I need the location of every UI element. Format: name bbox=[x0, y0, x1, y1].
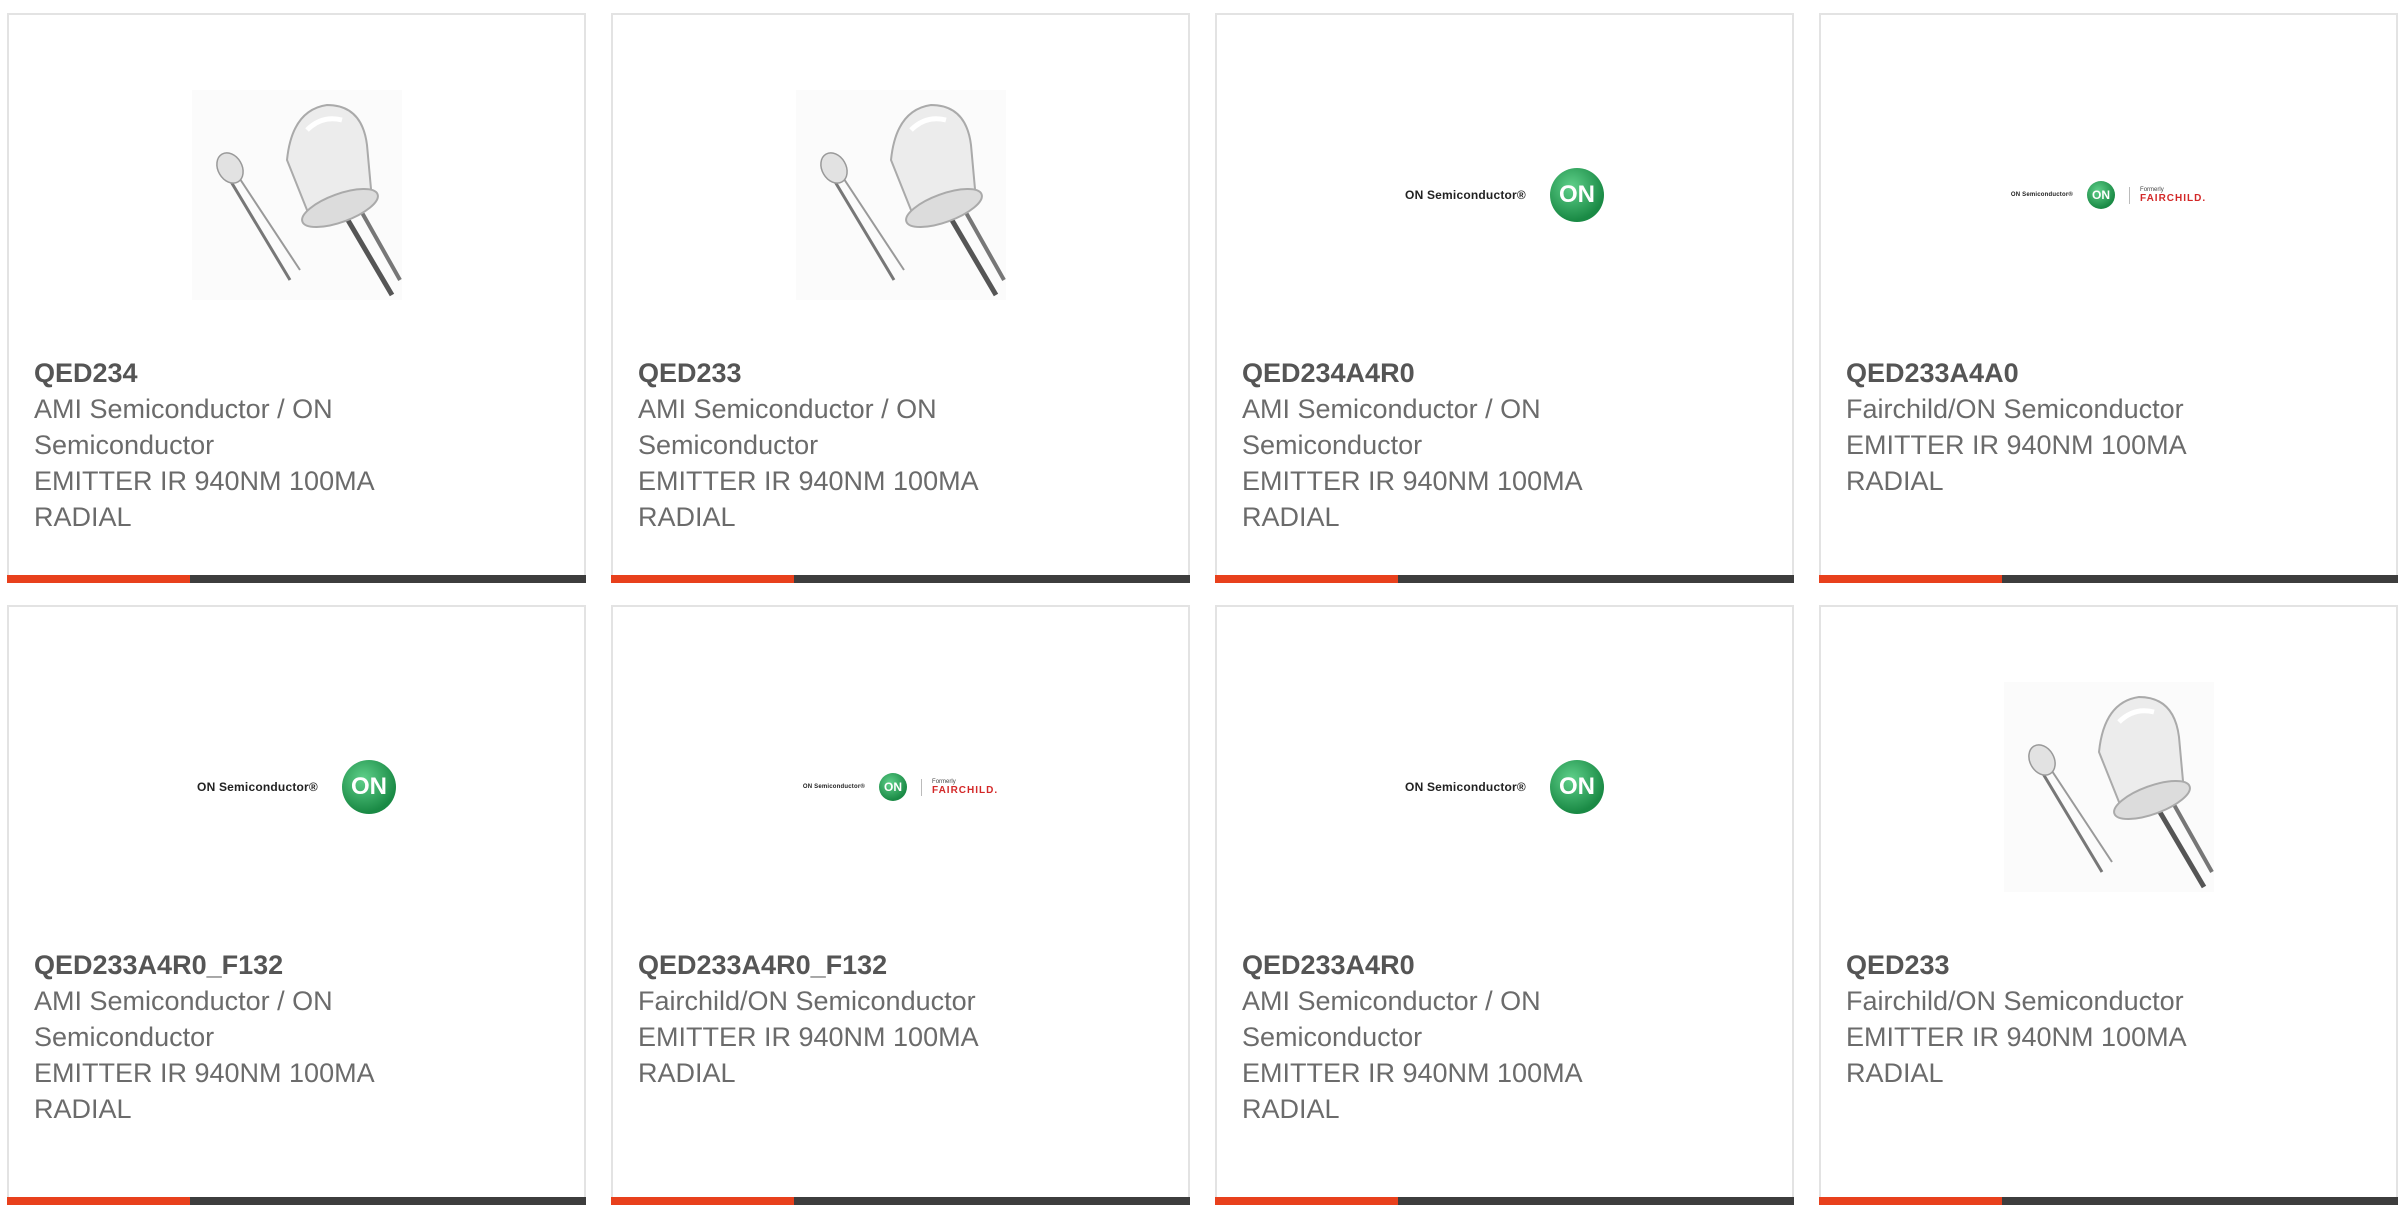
product-description: EMITTER IR 940NM 100MA RADIAL bbox=[34, 1058, 374, 1124]
product-description: EMITTER IR 940NM 100MA RADIAL bbox=[1242, 466, 1582, 532]
product-description: EMITTER IR 940NM 100MA RADIAL bbox=[1242, 1058, 1582, 1124]
card-accent-bar bbox=[611, 575, 1190, 583]
card-accent-bar bbox=[7, 1197, 586, 1205]
fairchild-logo: Formerly FAIRCHILD. bbox=[2129, 186, 2207, 204]
logo-text: ON Semiconductor® bbox=[802, 784, 866, 790]
logo-text: ON Semiconductor® bbox=[197, 780, 318, 794]
product-grid: QED234 AMI Semiconductor / ON Semiconduct… bbox=[7, 13, 2400, 1205]
part-number[interactable]: QED233A4R0 bbox=[1242, 947, 1642, 983]
card-accent-highlight bbox=[1819, 575, 2002, 583]
on-fairchild-logo: ON Semiconductor® ON Formerly FAIRCHILD. bbox=[2011, 181, 2206, 209]
card-accent-highlight bbox=[7, 1197, 190, 1205]
manufacturer: AMI Semiconductor / ON Semiconductor bbox=[34, 394, 333, 460]
product-description: EMITTER IR 940NM 100MA RADIAL bbox=[34, 466, 374, 532]
product-image[interactable]: ON Semiconductor® ON bbox=[1217, 677, 1792, 897]
product-card[interactable]: ON Semiconductor® ON QED233A4R0_F132 AMI Se… bbox=[7, 605, 586, 1205]
product-description: EMITTER IR 940NM 100MA RADIAL bbox=[638, 1022, 978, 1088]
manufacturer: Fairchild/ON Semiconductor bbox=[1846, 394, 2184, 424]
card-accent-bar bbox=[611, 1197, 1190, 1205]
product-info: QED234 AMI Semiconductor / ON Semiconduct… bbox=[34, 355, 434, 535]
part-number[interactable]: QED234A4R0 bbox=[1242, 355, 1642, 391]
on-semiconductor-logo: ON Semiconductor® ON bbox=[1405, 760, 1604, 814]
product-description: EMITTER IR 940NM 100MA RADIAL bbox=[638, 466, 978, 532]
product-card[interactable]: QED234 AMI Semiconductor / ON Semiconduct… bbox=[7, 13, 586, 583]
logo-text: ON Semiconductor® bbox=[1405, 780, 1526, 794]
part-number[interactable]: QED233 bbox=[1846, 947, 2246, 983]
product-card[interactable]: ON Semiconductor® ON QED234A4R0 AMI Semicon… bbox=[1215, 13, 1794, 583]
card-accent-highlight bbox=[611, 1197, 794, 1205]
manufacturer: AMI Semiconductor / ON Semiconductor bbox=[638, 394, 937, 460]
fairchild-logo: Formerly FAIRCHILD. bbox=[921, 778, 999, 796]
fairchild-name: FAIRCHILD. bbox=[932, 784, 999, 796]
product-info: QED233A4R0 AMI Semiconductor / ON Semicon… bbox=[1242, 947, 1642, 1127]
logo-text: ON Semiconductor® bbox=[1405, 188, 1526, 202]
on-fairchild-logo: ON Semiconductor® ON Formerly FAIRCHILD. bbox=[803, 773, 998, 801]
product-description: EMITTER IR 940NM 100MA RADIAL bbox=[1846, 430, 2186, 496]
on-mark-icon: ON bbox=[879, 773, 908, 801]
product-card[interactable]: QED233 Fairchild/ON Semiconductor EMITTER … bbox=[1819, 605, 2398, 1205]
product-card[interactable]: QED233 AMI Semiconductor / ON Semiconduct… bbox=[611, 13, 1190, 583]
product-info: QED234A4R0 AMI Semiconductor / ON Semicon… bbox=[1242, 355, 1642, 535]
product-info: QED233 Fairchild/ON Semiconductor EMITTER … bbox=[1846, 947, 2246, 1091]
on-mark-icon: ON bbox=[1549, 760, 1604, 814]
led-emitter-photo bbox=[191, 90, 402, 300]
product-image[interactable] bbox=[9, 85, 584, 305]
product-image[interactable] bbox=[613, 85, 1188, 305]
logo-text: ON Semiconductor® bbox=[2010, 192, 2074, 198]
card-accent-bar bbox=[1819, 575, 2398, 583]
card-accent-highlight bbox=[1215, 1197, 1398, 1205]
card-accent-highlight bbox=[1215, 575, 1398, 583]
led-emitter-photo bbox=[2003, 682, 2214, 892]
card-accent-bar bbox=[1215, 575, 1794, 583]
card-accent-highlight bbox=[611, 575, 794, 583]
product-image[interactable]: ON Semiconductor® ON bbox=[1217, 85, 1792, 305]
product-image[interactable]: ON Semiconductor® ON Formerly FAIRCHILD. bbox=[613, 677, 1188, 897]
on-semiconductor-logo: ON Semiconductor® ON bbox=[1405, 168, 1604, 222]
manufacturer: AMI Semiconductor / ON Semiconductor bbox=[1242, 986, 1541, 1052]
on-mark-icon: ON bbox=[1549, 168, 1604, 222]
product-info: QED233 AMI Semiconductor / ON Semiconduct… bbox=[638, 355, 1038, 535]
part-number[interactable]: QED233A4A0 bbox=[1846, 355, 2246, 391]
part-number[interactable]: QED233 bbox=[638, 355, 1038, 391]
product-image[interactable] bbox=[1821, 677, 2396, 897]
part-number[interactable]: QED233A4R0_F132 bbox=[638, 947, 1038, 983]
on-mark-icon: ON bbox=[341, 760, 396, 814]
manufacturer: Fairchild/ON Semiconductor bbox=[638, 986, 976, 1016]
product-info: QED233A4R0_F132 AMI Semiconductor / ON Se… bbox=[34, 947, 434, 1127]
manufacturer: Fairchild/ON Semiconductor bbox=[1846, 986, 2184, 1016]
product-info: QED233A4A0 Fairchild/ON Semiconductor EMIT… bbox=[1846, 355, 2246, 499]
product-card[interactable]: ON Semiconductor® ON Formerly FAIRCHILD. QED… bbox=[1819, 13, 2398, 583]
part-number[interactable]: QED234 bbox=[34, 355, 434, 391]
on-semiconductor-logo: ON Semiconductor® ON bbox=[197, 760, 396, 814]
manufacturer: AMI Semiconductor / ON Semiconductor bbox=[34, 986, 333, 1052]
product-image[interactable]: ON Semiconductor® ON bbox=[9, 677, 584, 897]
on-mark-icon: ON bbox=[2087, 181, 2116, 209]
fairchild-name: FAIRCHILD. bbox=[2140, 192, 2207, 204]
led-emitter-photo bbox=[795, 90, 1006, 300]
product-info: QED233A4R0_F132 Fairchild/ON Semiconducto… bbox=[638, 947, 1038, 1091]
card-accent-bar bbox=[1215, 1197, 1794, 1205]
card-accent-bar bbox=[1819, 1197, 2398, 1205]
manufacturer: AMI Semiconductor / ON Semiconductor bbox=[1242, 394, 1541, 460]
product-card[interactable]: ON Semiconductor® ON QED233A4R0 AMI Semicon… bbox=[1215, 605, 1794, 1205]
product-description: EMITTER IR 940NM 100MA RADIAL bbox=[1846, 1022, 2186, 1088]
product-image[interactable]: ON Semiconductor® ON Formerly FAIRCHILD. bbox=[1821, 85, 2396, 305]
card-accent-highlight bbox=[1819, 1197, 2002, 1205]
card-accent-highlight bbox=[7, 575, 190, 583]
product-card[interactable]: ON Semiconductor® ON Formerly FAIRCHILD. QED… bbox=[611, 605, 1190, 1205]
card-accent-bar bbox=[7, 575, 586, 583]
part-number[interactable]: QED233A4R0_F132 bbox=[34, 947, 434, 983]
